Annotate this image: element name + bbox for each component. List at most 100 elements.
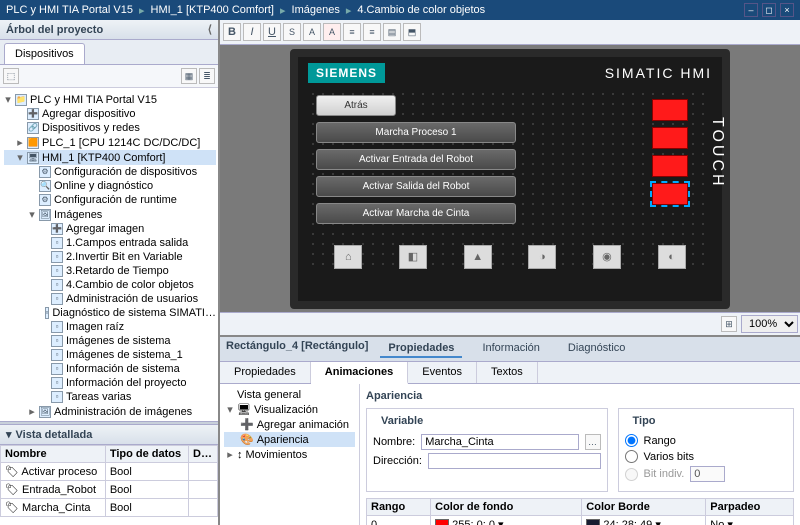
indicator[interactable] [652,127,688,149]
align-center-icon[interactable]: ≡ [363,23,381,41]
collapse-icon[interactable]: ⟨ [208,23,212,36]
close-icon[interactable]: × [780,3,794,17]
nav-item[interactable]: ▸↕ Movimientos [224,447,355,462]
minimize-icon[interactable]: – [744,3,758,17]
appearance-table[interactable]: RangoColor de fondoColor BordeParpadeo0 … [366,498,794,525]
subtab-animations[interactable]: Animaciones [311,362,408,384]
home-icon[interactable]: ⌂ [334,245,362,269]
table-row[interactable]: 🏷 Activar procesoBool [1,463,218,481]
hmi-button[interactable]: Activar Salida del Robot [316,176,516,197]
tab-properties[interactable]: Propiedades [380,340,462,358]
format-toolbar: B I U S A A ≡ ≡ ▤ ⬒ [220,20,800,45]
bold-icon[interactable]: B [223,23,241,41]
project-tree[interactable]: ▾📁PLC y HMI TIA Portal V15➕Agregar dispo… [0,88,218,421]
detail-header[interactable]: ▾Vista detallada [0,425,218,445]
hmi-device: SIEMENS SIMATIC HMI TOUCH Atrás Marcha P… [290,49,730,309]
tree-item[interactable]: ▾🖥HMI_1 [KTP400 Comfort] [4,150,216,165]
nav-icon[interactable]: ◉ [593,245,621,269]
hmi-button[interactable]: Marcha Proceso 1 [316,122,516,143]
nav-item-appearance[interactable]: 🎨 Apariencia [224,432,355,447]
nav-item[interactable]: Vista general [224,388,355,402]
tree-item[interactable]: ▫Información del proyecto [4,376,216,390]
layer-icon[interactable]: ▤ [383,23,401,41]
tree-item[interactable]: ▸🟧PLC_1 [CPU 1214C DC/DC/DC] [4,135,216,150]
tree-item[interactable]: ⚙Configuración de runtime [4,193,216,207]
maximize-icon[interactable]: ◻ [762,3,776,17]
subtab-properties[interactable]: Propiedades [220,362,311,383]
crumb[interactable]: 4.Cambio de color objetos [357,4,485,16]
tree-item[interactable]: ▫2.Invertir Bit en Variable [4,250,216,264]
tree-item[interactable]: ▫3.Retardo de Tiempo [4,264,216,278]
tree-item[interactable]: ▫Imágenes de sistema_1 [4,348,216,362]
crumb[interactable]: PLC y HMI TIA Portal V15 [6,4,133,16]
panel-title: Árbol del proyecto [6,24,103,36]
tree-item[interactable]: ➕Agregar imagen [4,222,216,236]
font-color-icon[interactable]: A [303,23,321,41]
indicator[interactable] [652,99,688,121]
hmi-canvas[interactable]: SIEMENS SIMATIC HMI TOUCH Atrás Marcha P… [220,45,800,312]
align-left-icon[interactable]: ≡ [343,23,361,41]
crumb[interactable]: Imágenes [292,4,340,16]
indicator[interactable] [652,155,688,177]
underline-icon[interactable]: U [263,23,281,41]
tree-item[interactable]: ▫Diagnóstico de sistema SIMATI… [4,306,216,320]
indicator-selected[interactable] [652,183,688,205]
nav-icon[interactable]: ◑ [528,245,556,269]
tree-item[interactable]: ▫Imágenes de sistema [4,334,216,348]
tree-item[interactable]: ▫4.Cambio de color objetos [4,278,216,292]
tree-item[interactable]: ▫Administración de usuarios [4,292,216,306]
list-icon[interactable]: ≣ [199,68,215,84]
italic-icon[interactable]: I [243,23,261,41]
detail-table: NombreTipo de datosD… 🏷 Activar procesoB… [0,445,218,517]
group-icon[interactable]: ⬒ [403,23,421,41]
tab-devices[interactable]: Dispositivos [4,43,85,64]
tree-item[interactable]: 🔗Dispositivos y redes [4,121,216,135]
nav-item[interactable]: ▾🖥 Visualización [224,402,355,417]
tree-item[interactable]: ⚙Configuración de dispositivos [4,165,216,179]
radio-multibit[interactable] [625,450,638,463]
bit-index-input [690,466,725,482]
tree-item[interactable]: ▾📁PLC y HMI TIA Portal V15 [4,92,216,107]
tool-icon[interactable]: ⬚ [3,68,19,84]
section-title: Apariencia [366,390,794,402]
tree-item[interactable]: ▫1.Campos entrada salida [4,236,216,250]
ruler-icon[interactable]: ⊞ [721,316,737,332]
subtab-events[interactable]: Eventos [408,362,477,383]
nav-icon[interactable]: ◐ [658,245,686,269]
group-variable: Variable [377,415,427,427]
variable-name-input[interactable] [421,434,578,450]
grid-icon[interactable]: ▦ [181,68,197,84]
tree-item[interactable]: ▸🖼Administración de imágenes [4,404,216,419]
crumb[interactable]: HMI_1 [KTP400 Comfort] [151,4,275,16]
tree-item[interactable]: 🔍Online y diagnóstico [4,179,216,193]
tree-item[interactable]: ➕Agregar dispositivo [4,107,216,121]
table-row[interactable]: 🏷 Marcha_CintaBool [1,499,218,517]
radio-singlebit [625,468,638,481]
nav-item[interactable]: ➕ Agregar animación [224,417,355,432]
subtab-texts[interactable]: Textos [477,362,538,383]
hmi-button[interactable]: Activar Entrada del Robot [316,149,516,170]
hmi-button[interactable]: Activar Marcha de Cinta [316,203,516,224]
fill-color-icon[interactable]: A [323,23,341,41]
tree-item[interactable]: ▫Información de sistema [4,362,216,376]
label-address: Dirección: [373,455,422,467]
tree-item[interactable]: ▾🖼Imágenes [4,207,216,222]
address-input[interactable] [428,453,601,469]
nav-icon[interactable]: ▲ [464,245,492,269]
label-name: Nombre: [373,436,415,448]
table-row[interactable]: 0 255; 0; 0 ▾ 24; 28; 49 ▾No ▾ [367,516,794,525]
tree-item[interactable]: ▫Imagen raíz [4,320,216,334]
property-nav: Vista general ▾🖥 Visualización ➕ Agregar… [220,384,360,525]
nav-icon[interactable]: ◧ [399,245,427,269]
detail-title: Vista detallada [16,429,93,441]
zoom-select[interactable]: 100% [741,315,798,333]
strike-icon[interactable]: S [283,23,301,41]
tab-diagnostics[interactable]: Diagnóstico [560,340,633,358]
radio-range[interactable] [625,434,638,447]
back-button[interactable]: Atrás [316,95,396,116]
brand-logo: SIEMENS [308,63,385,83]
tree-item[interactable]: ▫Tareas varias [4,390,216,404]
table-row[interactable]: 🏷 Entrada_RobotBool [1,481,218,499]
browse-icon[interactable]: … [585,434,601,450]
tab-info[interactable]: Información [474,340,547,358]
